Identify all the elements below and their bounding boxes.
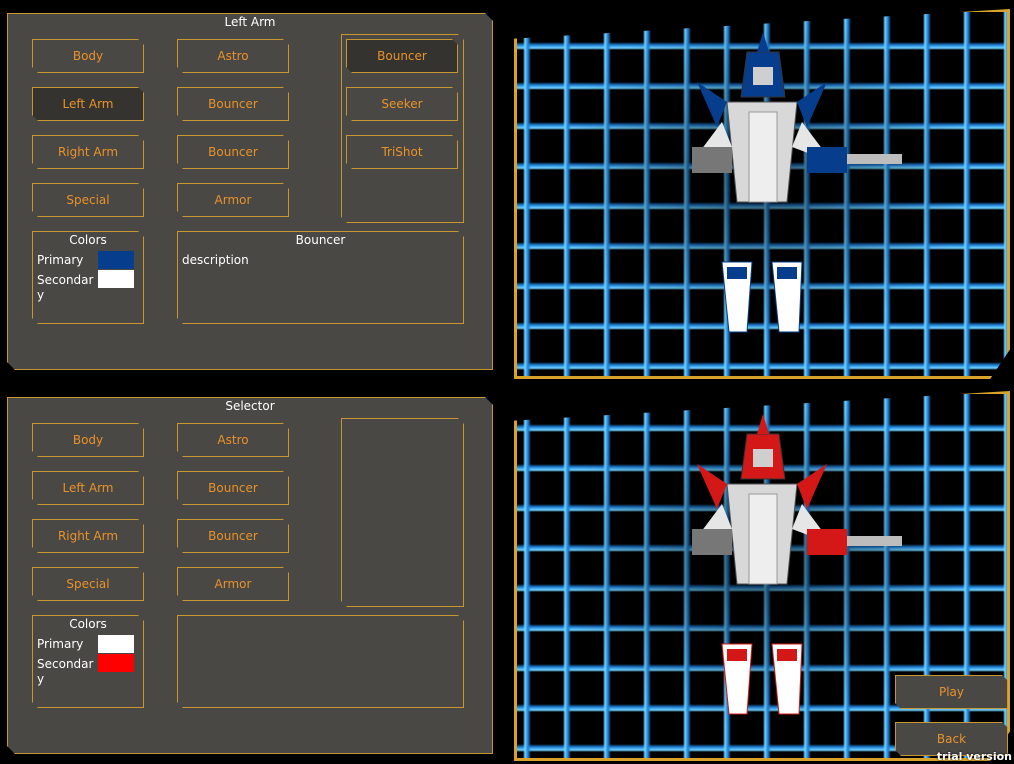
panel-title: Selector [225,399,275,413]
left-arm-value-button[interactable]: Bouncer [177,87,289,121]
special-value-button[interactable]: Armor [177,567,289,601]
info-description: description [182,253,249,267]
tab-body[interactable]: Body [32,423,144,457]
body-value-button[interactable]: Astro [177,423,289,457]
colors-box: Colors Primary Secondary [32,615,144,708]
secondary-label: Secondary [37,657,94,686]
right-arm-value-button[interactable]: Bouncer [177,519,289,553]
primary-label: Primary [37,253,84,267]
bottom-config-panel: Selector Body Left Arm Right Arm Special… [7,397,493,754]
option-seeker[interactable]: Seeker [346,87,458,121]
options-list [341,418,464,607]
primary-color-swatch[interactable] [98,251,134,269]
info-box: Bouncer description [177,231,464,324]
tab-right-arm[interactable]: Right Arm [32,135,144,169]
robot-figure [692,32,902,333]
body-value-button[interactable]: Astro [177,39,289,73]
top-config-panel: Left Arm Body Left Arm Right Arm Special… [7,13,493,370]
tab-special[interactable]: Special [32,183,144,217]
tab-right-arm[interactable]: Right Arm [32,519,144,553]
primary-label: Primary [37,637,84,651]
tab-left-arm[interactable]: Left Arm [32,87,144,121]
panel-title: Left Arm [224,15,276,29]
secondary-label: Secondary [37,273,94,302]
tab-left-arm[interactable]: Left Arm [32,471,144,505]
colors-title: Colors [69,617,107,631]
colors-title: Colors [69,233,107,247]
info-box [177,615,464,708]
secondary-color-swatch[interactable] [98,654,134,672]
tab-body[interactable]: Body [32,39,144,73]
trial-version-watermark: trial version [936,750,1012,763]
robot-preview-top [514,9,1010,379]
right-arm-value-button[interactable]: Bouncer [177,135,289,169]
tab-special[interactable]: Special [32,567,144,601]
left-arm-value-button[interactable]: Bouncer [177,471,289,505]
option-trishot[interactable]: TriShot [346,135,458,169]
colors-box: Colors Primary Secondary [32,231,144,324]
secondary-color-swatch[interactable] [98,270,134,288]
special-value-button[interactable]: Armor [177,183,289,217]
primary-color-swatch[interactable] [98,635,134,653]
play-button[interactable]: Play [895,675,1008,709]
info-title: Bouncer [295,233,346,247]
option-bouncer[interactable]: Bouncer [346,39,458,73]
options-list: Bouncer Seeker TriShot [341,34,464,223]
